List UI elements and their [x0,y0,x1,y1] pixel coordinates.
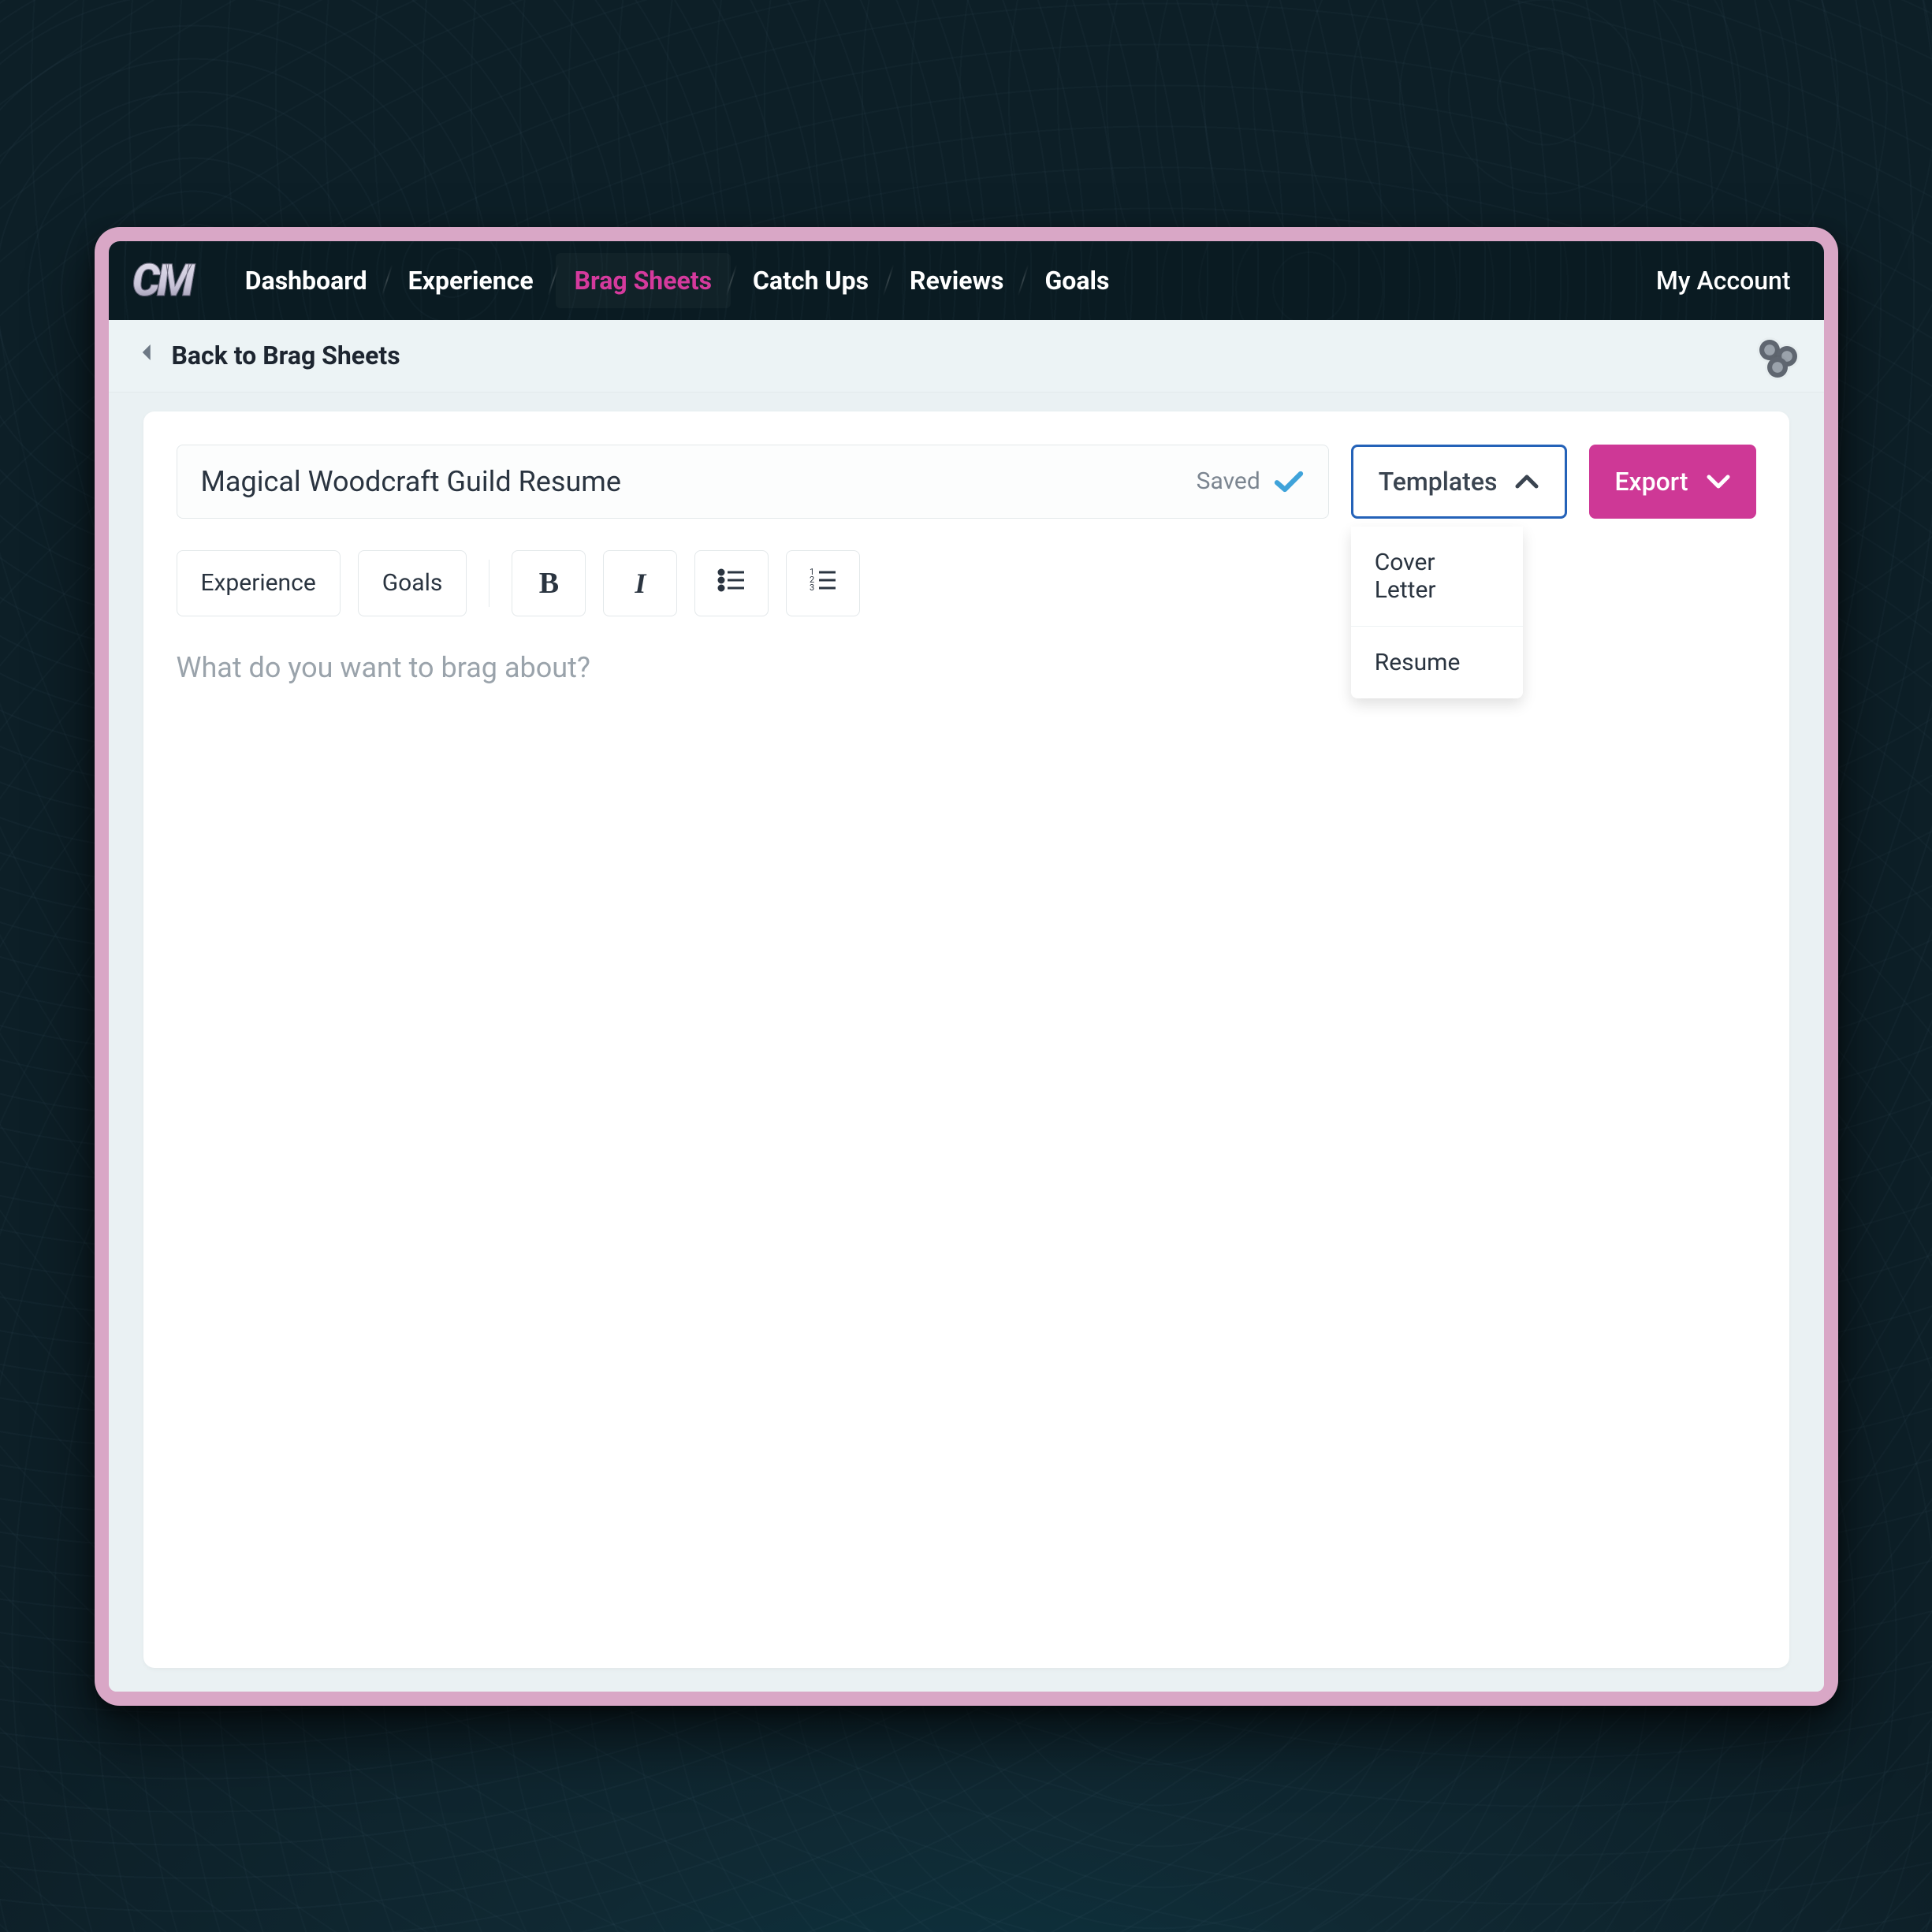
template-cover-letter[interactable]: Cover Letter [1351,527,1523,627]
document-title-input[interactable]: Magical Woodcraft Guild Resume Saved [177,445,1329,519]
numbered-list-button[interactable]: 1 2 3 [786,550,860,616]
nav-reviews[interactable]: Reviews [891,253,1022,308]
svg-text:3: 3 [810,583,814,593]
save-status: Saved [1197,467,1260,495]
chevron-left-icon [136,341,159,370]
template-resume[interactable]: Resume [1351,627,1523,698]
bold-icon: B [539,566,559,601]
insert-experience-button[interactable]: Experience [177,550,341,616]
bullet-list-icon [716,564,747,602]
nav-dashboard[interactable]: Dashboard [226,253,386,308]
export-button[interactable]: Export [1589,445,1755,519]
editor-area[interactable]: What do you want to brag about? [177,651,1756,1635]
my-account[interactable]: My Account [1656,266,1800,296]
nav-catch-ups[interactable]: Catch Ups [734,253,888,308]
bold-button[interactable]: B [512,550,586,616]
back-label: Back to Brag Sheets [172,341,400,370]
settings-button[interactable] [1759,340,1797,371]
templates-button[interactable]: Templates [1351,445,1568,519]
top-nav: CM Dashboard Experience Brag Sheets Catc… [109,241,1824,320]
templates-dropdown: Cover Letter Resume [1351,527,1523,698]
numbered-list-icon: 1 2 3 [807,564,839,602]
canvas: Magical Woodcraft Guild Resume Saved Tem… [109,393,1824,1692]
nav-brag-sheets[interactable]: Brag Sheets [556,253,731,308]
templates-label: Templates [1379,467,1498,497]
italic-icon: I [635,567,646,600]
insert-goals-button[interactable]: Goals [358,550,467,616]
templates-control: Templates Cover Letter Resume [1351,445,1568,519]
subheader: Back to Brag Sheets [109,320,1824,393]
chevron-down-icon [1706,469,1731,494]
title-row: Magical Woodcraft Guild Resume Saved Tem… [177,445,1756,519]
logo: CM [132,255,201,307]
toolbar-divider [489,560,490,607]
editor-card: Magical Woodcraft Guild Resume Saved Tem… [143,411,1789,1668]
italic-button[interactable]: I [603,550,677,616]
document-title-text: Magical Woodcraft Guild Resume [201,465,621,498]
back-button[interactable]: Back to Brag Sheets [136,341,400,370]
nav-experience[interactable]: Experience [389,253,553,308]
bullet-list-button[interactable] [694,550,769,616]
check-icon [1273,466,1305,497]
nav-goals[interactable]: Goals [1026,253,1128,308]
app-window: CM Dashboard Experience Brag Sheets Catc… [109,241,1824,1692]
chevron-up-icon [1514,469,1539,494]
export-label: Export [1614,467,1688,497]
nav-list: Dashboard Experience Brag Sheets Catch U… [226,253,1631,308]
window-frame: CM Dashboard Experience Brag Sheets Catc… [95,227,1838,1706]
gear-icon [1767,357,1788,378]
